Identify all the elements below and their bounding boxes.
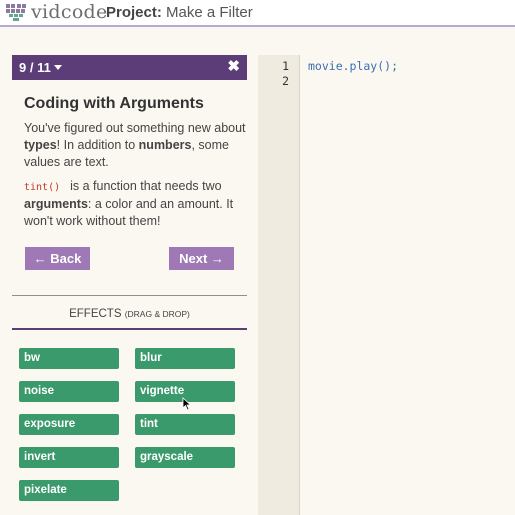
code-editor[interactable]: movie.play(); [301, 55, 515, 515]
lesson-counter-text: 9 / 11 [19, 60, 51, 75]
bold-term-numbers: numbers [138, 138, 192, 152]
inline-code: tint() [24, 182, 61, 193]
effect-blur[interactable]: blur [135, 348, 235, 369]
divider [12, 328, 247, 330]
effect-tint[interactable]: tint [135, 414, 235, 435]
line-number: 1 [282, 59, 289, 73]
divider [12, 295, 247, 296]
app-header: vidcode Project: Make a Filter [0, 0, 515, 27]
effect-invert[interactable]: invert [19, 447, 119, 468]
code-line[interactable]: movie.play(); [308, 59, 398, 74]
effect-noise[interactable]: noise [19, 381, 119, 402]
effect-exposure[interactable]: exposure [19, 414, 119, 435]
heart-logo-icon [6, 4, 26, 21]
effect-pixelate[interactable]: pixelate [19, 480, 119, 501]
lesson-paragraph-1: You've figured out something new about t… [24, 120, 246, 171]
caret-down-icon [53, 65, 62, 70]
project-label: Project: [106, 4, 162, 21]
logo-text: vidcode [31, 1, 108, 23]
close-icon[interactable]: ✖ [227, 58, 240, 76]
effects-subtitle: (DRAG & DROP) [124, 309, 190, 319]
lesson-step-dropdown[interactable]: 9 / 11 [19, 60, 62, 75]
text-span: ! In addition to [56, 138, 139, 152]
project-title: Project: Make a Filter [106, 4, 253, 22]
lesson-paragraph-2: tint() is a function that needs two argum… [24, 178, 246, 230]
effect-grayscale[interactable]: grayscale [135, 447, 235, 468]
effects-heading: EFFECTS (DRAG & DROP) [12, 307, 247, 321]
mouse-pointer-icon [182, 397, 192, 411]
text-span: You've figured out something new about [24, 121, 246, 135]
bold-term-arguments: arguments [24, 197, 88, 211]
effects-title: EFFECTS [69, 308, 122, 320]
line-number: 2 [282, 74, 289, 88]
effect-bw[interactable]: bw [19, 348, 119, 369]
project-name: Make a Filter [166, 4, 253, 21]
text-span: is a function that needs two [70, 179, 222, 193]
back-button[interactable]: ← Back [25, 247, 90, 270]
vidcode-logo[interactable]: vidcode [5, 2, 108, 22]
bold-term-types: types [24, 138, 57, 152]
lesson-panel: 9 / 11 ✖ Coding with Arguments You've fi… [0, 29, 258, 515]
line-number-gutter: 1 2 [258, 55, 300, 515]
next-button[interactable]: Next → [169, 247, 234, 270]
lesson-title: Coding with Arguments [24, 95, 204, 112]
lesson-bar: 9 / 11 ✖ [12, 55, 247, 80]
